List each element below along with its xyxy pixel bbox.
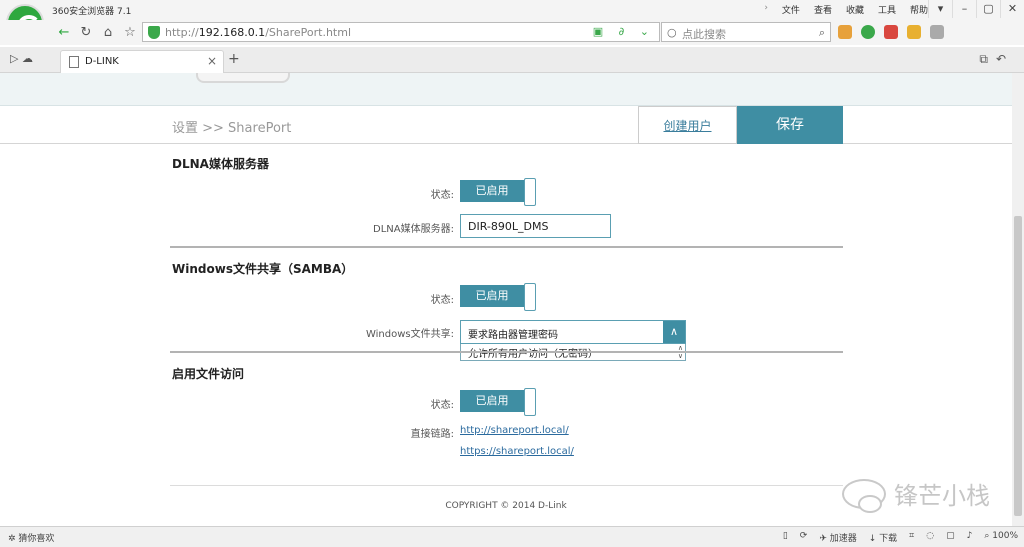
address-url[interactable]: http://192.168.0.1/SharePort.html [165, 26, 351, 39]
section-divider [170, 351, 843, 353]
tab-title: D-LINK [85, 56, 119, 67]
recommend-link[interactable]: ✲ 猜你喜欢 [8, 531, 54, 544]
menu-chevron-icon[interactable]: › [764, 3, 768, 16]
menu-favorites[interactable]: 收藏 [846, 3, 864, 16]
samba-share-label: Windows文件共享: [365, 329, 454, 340]
home-icon[interactable]: ⌂ [98, 23, 118, 43]
extension-bar [838, 25, 944, 39]
menu-tools[interactable]: 工具 [878, 3, 896, 16]
scrollbar-thumb[interactable] [1014, 216, 1022, 516]
section-divider [170, 246, 843, 248]
close-icon[interactable]: ✕ [1000, 0, 1024, 18]
http-link[interactable]: http://shareport.local/ [460, 425, 569, 436]
file-access-status-value: 已启用 [460, 390, 524, 412]
tab-bar: ▷ ☁ D-LINK × + ⧉↶ [0, 47, 1024, 73]
pdf-icon[interactable] [884, 25, 898, 39]
direct-link-label: 直接链路: [410, 429, 454, 440]
search-box[interactable]: ○ 点此搜索 ⌕ [661, 22, 831, 42]
tab-dlink[interactable]: D-LINK × [60, 50, 224, 73]
search-placeholder: 点此搜索 [682, 28, 726, 41]
menu-view[interactable]: 查看 [814, 3, 832, 16]
speed-icon[interactable]: ⟳ [800, 531, 808, 544]
address-tools-icon[interactable]: ▣ ∂ ⌄ [593, 25, 655, 38]
top-banner [0, 73, 1012, 106]
security-icon[interactable] [861, 25, 875, 39]
browser-titlebar: 360安全浏览器 7.1 › 文件 查看 收藏 工具 帮助 ▾ – ▢ ✕ [0, 0, 1024, 20]
file-access-section-title: 启用文件访问 [172, 367, 245, 381]
toggle-knob[interactable] [524, 178, 536, 206]
phone-icon[interactable]: ▯ [783, 531, 788, 544]
samba-share-selected: 要求路由器管理密码 [468, 330, 558, 341]
page-icon [69, 56, 79, 68]
download-button[interactable]: ↓ 下载 [869, 531, 897, 544]
zoom-control[interactable]: ⌕ 100% [984, 531, 1018, 544]
window-controls: ▾ – ▢ ✕ [928, 0, 1024, 18]
browser-title: 360安全浏览器 7.1 [52, 7, 132, 17]
tab-close-icon[interactable]: × [207, 54, 217, 68]
file-access-status-label: 状态: [430, 400, 454, 411]
image-icon[interactable] [930, 25, 944, 39]
status-tools: ▯ ⟳ ✈ 加速器 ↓ 下载 ⌗ ◌ ▢ ♪ ⌕ 100% [783, 531, 1018, 544]
footer-divider [170, 485, 843, 486]
maximize-icon[interactable]: ▢ [976, 0, 1000, 18]
dlna-status-label: 状态: [430, 190, 454, 201]
dlna-status-toggle[interactable]: 已启用 [460, 178, 536, 206]
samba-section-title: Windows文件共享（SAMBA） [172, 262, 354, 276]
skin-icon[interactable]: ▾ [928, 0, 952, 18]
accelerator-button[interactable]: ✈ 加速器 [819, 531, 856, 544]
samba-status-label: 状态: [430, 295, 454, 306]
tab-tools-icon[interactable]: ⧉↶ [979, 52, 1014, 67]
watermark-text: 锋芒小栈 [894, 482, 990, 510]
address-bar[interactable]: http://192.168.0.1/SharePort.html ▣ ∂ ⌄ [142, 22, 660, 42]
create-user-button[interactable]: 创建用户 [638, 106, 737, 144]
browser-navbar: ← ↻ ⌂ ☆ http://192.168.0.1/SharePort.htm… [0, 20, 1024, 45]
menu-file[interactable]: 文件 [782, 3, 800, 16]
samba-status-value: 已启用 [460, 285, 524, 307]
browser-icon[interactable]: ◌ [926, 531, 934, 544]
samba-share-select[interactable]: 要求路由器管理密码 ∧ [460, 320, 686, 344]
shield-icon [148, 26, 160, 39]
layout-icon[interactable]: ⌗ [909, 531, 914, 544]
dlna-section-title: DLNA媒体服务器 [172, 157, 269, 171]
refresh-icon[interactable]: ↻ [76, 23, 96, 43]
menu-help[interactable]: 帮助 [910, 3, 928, 16]
samba-status-toggle[interactable]: 已启用 [460, 283, 536, 311]
status-bar: ✲ 猜你喜欢 ▯ ⟳ ✈ 加速器 ↓ 下载 ⌗ ◌ ▢ ♪ ⌕ 100% [0, 526, 1024, 547]
wechat-icon [842, 478, 886, 513]
page-content: 设置 >> SharePort 创建用户 保存 DLNA媒体服务器 状态: 已启… [0, 73, 1012, 526]
dlna-server-input[interactable] [460, 214, 611, 238]
https-link[interactable]: https://shareport.local/ [460, 446, 574, 457]
save-button[interactable]: 保存 [737, 106, 843, 144]
breadcrumb: 设置 >> SharePort [172, 121, 292, 136]
new-tab-icon[interactable]: + [228, 51, 240, 67]
watermark: 锋芒小栈 [842, 476, 990, 513]
apps-icon[interactable] [838, 25, 852, 39]
star-icon[interactable]: ☆ [120, 23, 140, 43]
toggle-knob[interactable] [524, 283, 536, 311]
banner-nub [196, 73, 290, 83]
sidebar-toggle-icon[interactable]: ▷ ☁ [10, 52, 33, 65]
page-scrollbar[interactable] [1012, 73, 1024, 526]
minimize-icon[interactable]: – [952, 0, 976, 18]
dlna-status-value: 已启用 [460, 180, 524, 202]
chevron-up-icon[interactable]: ∧ [663, 321, 685, 343]
notes-icon[interactable] [907, 25, 921, 39]
dlna-server-label: DLNA媒体服务器: [373, 224, 454, 235]
search-icon[interactable]: ⌕ [819, 26, 825, 40]
browser-menu-bar: › 文件 查看 收藏 工具 帮助 [764, 3, 928, 16]
back-arrow-icon[interactable]: ← [54, 23, 74, 43]
page-header: 设置 >> SharePort 创建用户 保存 [0, 106, 1012, 144]
file-access-status-toggle[interactable]: 已启用 [460, 388, 536, 416]
toggle-knob[interactable] [524, 388, 536, 416]
search-engine-icon[interactable]: ○ [667, 26, 677, 39]
volume-icon[interactable]: ♪ [967, 531, 973, 544]
window-icon[interactable]: ▢ [946, 531, 955, 544]
